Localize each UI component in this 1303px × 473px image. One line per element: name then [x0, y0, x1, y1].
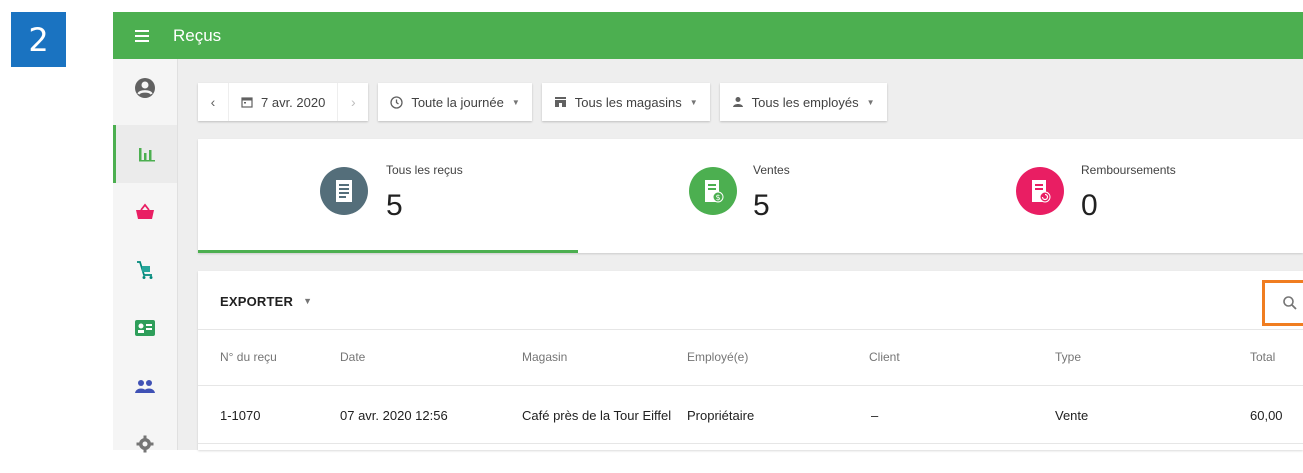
column-header-store: Magasin	[522, 350, 568, 364]
sidebar-item-employees[interactable]	[113, 357, 177, 415]
cell-type: Vente	[1055, 408, 1089, 423]
cart-icon	[137, 261, 153, 279]
chevron-left-icon[interactable]: ‹	[198, 83, 228, 121]
cell-receipt-number: 1-1070	[220, 408, 261, 423]
summary-all-receipts[interactable]: Tous les reçus 5	[198, 139, 578, 253]
column-header-date: Date	[340, 350, 366, 364]
sidebar-item-account[interactable]	[113, 59, 177, 117]
bar-chart-icon	[138, 148, 155, 162]
summary-refunds[interactable]: Remboursements 0	[958, 139, 1303, 253]
summary-panel: Tous les reçus 5 $ Ventes 5 Remboursemen…	[198, 139, 1303, 253]
store-filter[interactable]: Tous les magasins ▼	[541, 83, 710, 121]
cell-store: Café près de la Tour Eiffel	[522, 408, 672, 423]
clock-icon	[390, 95, 403, 109]
store-icon	[554, 96, 567, 108]
export-label: EXPORTER	[220, 293, 294, 309]
cell-date: 07 avr. 2020 12:56	[340, 408, 448, 423]
people-icon	[135, 380, 155, 393]
search-icon	[1283, 296, 1297, 310]
svg-text:$: $	[715, 193, 720, 202]
cell-total: 60,00	[1250, 408, 1283, 423]
sidebar-item-customers[interactable]	[113, 299, 177, 357]
filter-bar: ‹ 7 avr. 2020 › Toute la journée ▼ Tous …	[198, 83, 887, 121]
divider	[198, 385, 1303, 386]
column-header-client: Client	[869, 350, 900, 364]
column-header-employee: Employé(e)	[687, 350, 749, 364]
cell-employee: Propriétaire	[687, 408, 755, 423]
person-icon	[732, 96, 744, 108]
active-tab-indicator	[198, 250, 578, 253]
summary-value: 5	[386, 189, 403, 222]
column-header-receipt-number: N° du reçu	[220, 350, 277, 364]
gear-icon	[136, 435, 154, 453]
employee-filter[interactable]: Tous les employés ▼	[719, 83, 887, 121]
caret-down-icon: ▼	[866, 97, 875, 107]
summary-label: Tous les reçus	[386, 163, 463, 177]
step-number-badge: 2	[11, 12, 66, 67]
account-icon	[135, 78, 155, 98]
sidebar	[113, 59, 178, 453]
summary-sales[interactable]: $ Ventes 5	[578, 139, 958, 253]
caret-down-icon: ▼	[689, 97, 698, 107]
chevron-right-icon[interactable]: ›	[338, 83, 368, 121]
date-label: 7 avr. 2020	[261, 94, 326, 110]
receipts-table-card: EXPORTER ▼ N° du reçu Date Magasin Emplo…	[198, 271, 1303, 450]
sidebar-item-inventory[interactable]	[113, 241, 177, 299]
sidebar-item-items[interactable]	[113, 183, 177, 241]
basket-icon	[136, 203, 154, 219]
sales-receipt-icon: $	[689, 167, 737, 215]
receipt-icon	[320, 167, 368, 215]
search-button[interactable]	[1262, 280, 1303, 326]
time-filter[interactable]: Toute la journée ▼	[378, 83, 532, 121]
date-picker[interactable]: 7 avr. 2020	[228, 83, 339, 121]
id-card-icon	[135, 320, 155, 336]
refund-receipt-icon	[1016, 167, 1064, 215]
export-button[interactable]: EXPORTER ▼	[220, 289, 312, 313]
sidebar-item-settings[interactable]	[113, 415, 177, 473]
summary-label: Ventes	[753, 163, 790, 177]
divider	[198, 443, 1303, 444]
cell-client: –	[871, 408, 879, 423]
summary-label: Remboursements	[1081, 163, 1176, 177]
caret-down-icon: ▼	[511, 97, 520, 107]
calendar-icon	[241, 96, 253, 108]
app-header: Reçus	[113, 12, 1303, 59]
menu-icon[interactable]	[135, 29, 155, 42]
time-filter-label: Toute la journée	[411, 94, 504, 110]
store-filter-label: Tous les magasins	[574, 94, 682, 110]
column-header-type: Type	[1055, 350, 1082, 364]
date-filter: ‹ 7 avr. 2020 ›	[198, 83, 369, 121]
caret-down-icon: ▼	[303, 296, 313, 306]
divider	[198, 329, 1303, 330]
column-header-total: Total	[1250, 350, 1276, 364]
page-title: Reçus	[173, 25, 222, 45]
summary-value: 0	[1081, 189, 1098, 222]
employee-filter-label: Tous les employés	[751, 94, 859, 110]
sidebar-item-reports[interactable]	[113, 125, 177, 183]
summary-value: 5	[753, 189, 770, 222]
main-content: ‹ 7 avr. 2020 › Toute la journée ▼ Tous …	[178, 59, 1303, 450]
